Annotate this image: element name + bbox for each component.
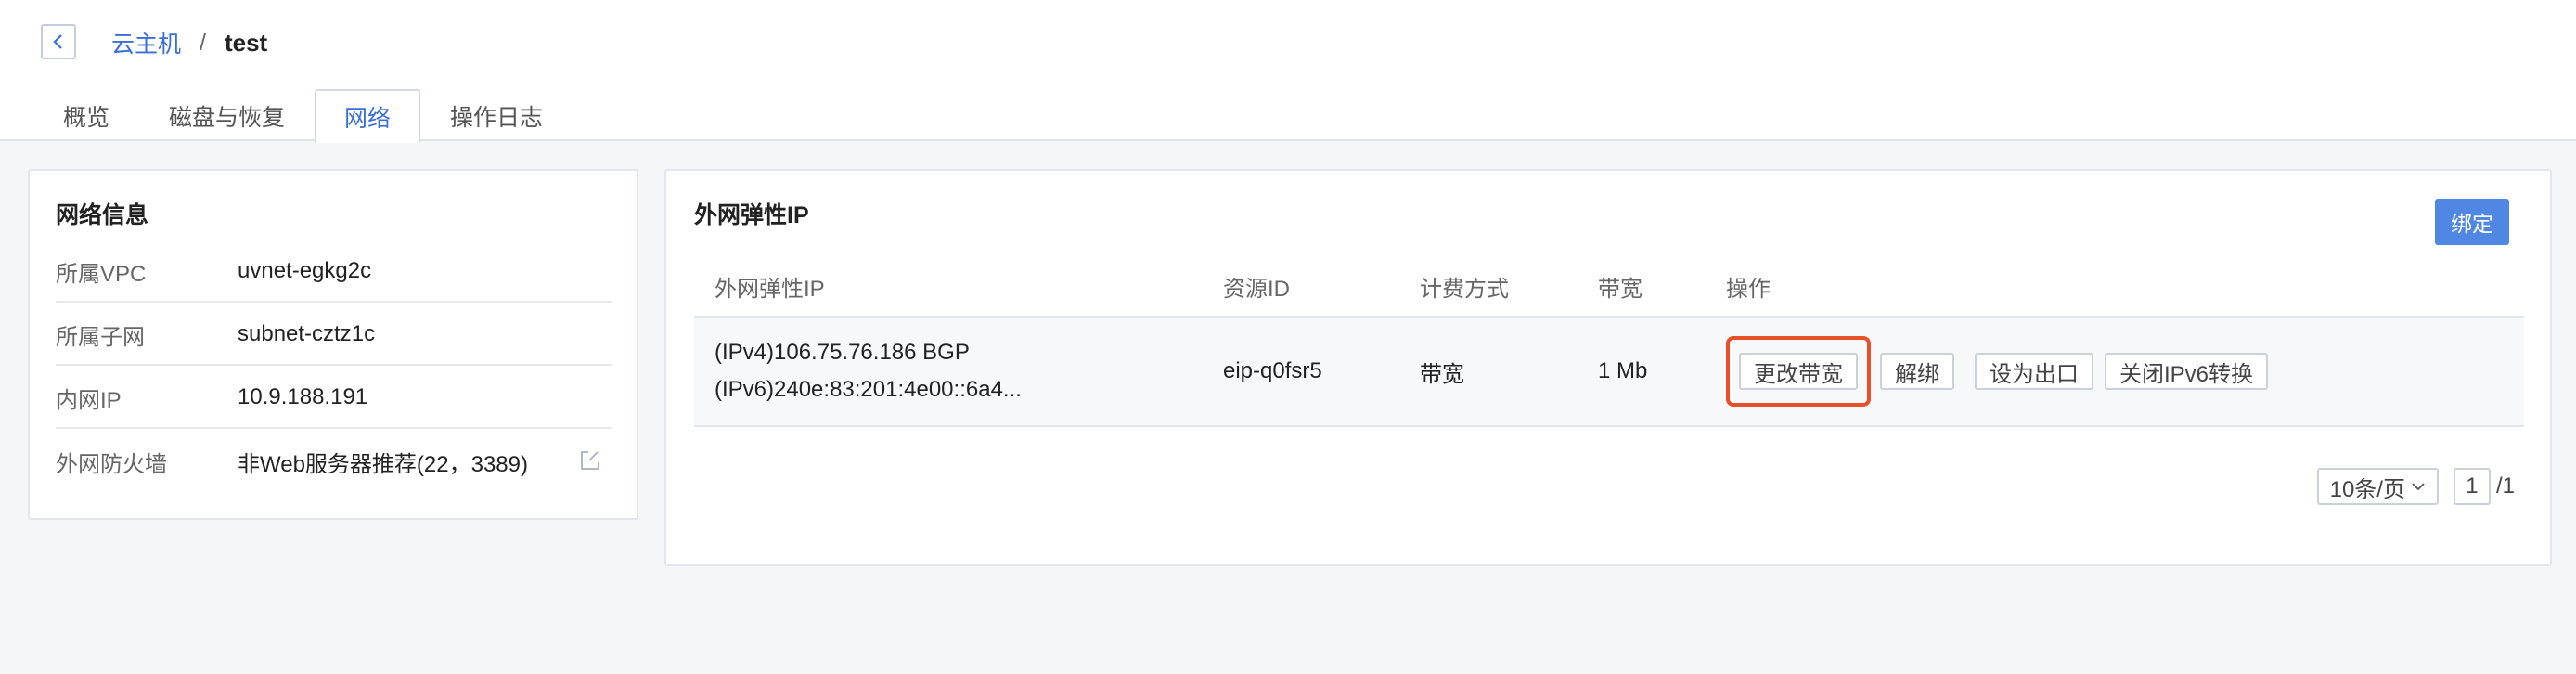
tab-network[interactable]: 网络 <box>315 89 421 143</box>
chevron-down-icon <box>2412 483 2425 491</box>
elastic-ip-title: 外网弹性IP <box>694 202 809 228</box>
pagination: 10条/页 1 /1 <box>2316 468 2515 505</box>
back-button[interactable] <box>41 24 76 59</box>
page-header: 云主机 / test 概览 磁盘与恢复 网络 操作日志 <box>0 0 2576 143</box>
info-label: 所属子网 <box>56 324 145 350</box>
breadcrumb-parent-link[interactable]: 云主机 <box>111 26 181 59</box>
breadcrumb-separator: / <box>200 29 206 56</box>
info-row-firewall: 外网防火墙 非Web服务器推荐(22，3389) <box>56 431 612 492</box>
table-row: (IPv4)106.75.76.186 BGP (IPv6)240e:83:20… <box>694 318 2524 427</box>
info-label: 所属VPC <box>56 261 147 287</box>
info-label: 外网防火墙 <box>56 451 167 477</box>
ipv4-address: (IPv4)106.75.76.186 BGP <box>715 340 970 365</box>
tab-bar: 概览 磁盘与恢复 网络 操作日志 <box>33 89 573 143</box>
page-title: test <box>224 28 268 57</box>
tab-disk-recovery[interactable]: 磁盘与恢复 <box>139 89 315 141</box>
actions-cell: 更改带宽 解绑 设为出口 关闭IPv6转换 <box>1726 336 2524 407</box>
table-header: 外网弹性IP 资源ID 计费方式 带宽 操作 <box>694 256 2524 318</box>
ipv6-address: (IPv6)240e:83:201:4e00::6a4... <box>715 377 1022 402</box>
column-header: 外网弹性IP <box>715 276 825 302</box>
edit-icon[interactable] <box>579 449 601 472</box>
set-as-exit-button[interactable]: 设为出口 <box>1975 353 2093 390</box>
column-header: 操作 <box>1726 276 1771 302</box>
info-value: 10.9.188.191 <box>238 384 368 409</box>
disable-ipv6-button[interactable]: 关闭IPv6转换 <box>2105 353 2269 390</box>
info-label: 内网IP <box>56 387 122 413</box>
info-row-private-ip: 内网IP 10.9.188.191 <box>56 368 612 429</box>
page-total: /1 <box>2495 473 2515 499</box>
ip-cell: (IPv4)106.75.76.186 BGP (IPv6)240e:83:20… <box>694 334 1223 408</box>
info-row-subnet: 所属子网 subnet-cztz1c <box>56 305 612 366</box>
column-header: 计费方式 <box>1420 276 1509 302</box>
elastic-ip-card: 外网弹性IP 绑定 外网弹性IP 资源ID 计费方式 带宽 操作 (IPv4)1… <box>664 169 2552 566</box>
page-number-input[interactable]: 1 <box>2453 468 2491 505</box>
billing-cell: 带宽 <box>1420 361 1464 387</box>
page-size-select[interactable]: 10条/页 <box>2316 468 2439 505</box>
unbind-button[interactable]: 解绑 <box>1880 353 1954 390</box>
chevron-left-icon <box>53 34 62 49</box>
column-header: 带宽 <box>1598 276 1642 302</box>
eip-table: 外网弹性IP 资源ID 计费方式 带宽 操作 (IPv4)106.75.76.1… <box>694 256 2524 427</box>
bind-button[interactable]: 绑定 <box>2435 199 2509 245</box>
info-value: 非Web服务器推荐(22，3389) <box>238 451 528 477</box>
info-value: subnet-cztz1c <box>238 321 376 346</box>
resource-id-cell: eip-q0fsr5 <box>1223 358 1322 383</box>
tab-operation-log[interactable]: 操作日志 <box>420 89 573 141</box>
network-info-card: 网络信息 所属VPC uvnet-egkg2c 所属子网 subnet-cztz… <box>28 169 638 520</box>
info-value: uvnet-egkg2c <box>238 258 372 283</box>
breadcrumb: 云主机 / test <box>111 24 267 61</box>
bandwidth-cell: 1 Mb <box>1598 358 1648 383</box>
page-size-value: 10条/页 <box>2329 476 2405 502</box>
tab-overview[interactable]: 概览 <box>33 89 139 141</box>
column-header: 资源ID <box>1223 276 1290 302</box>
info-row-vpc: 所属VPC uvnet-egkg2c <box>56 241 612 303</box>
highlight-box <box>1726 336 1871 407</box>
network-info-title: 网络信息 <box>56 202 149 228</box>
